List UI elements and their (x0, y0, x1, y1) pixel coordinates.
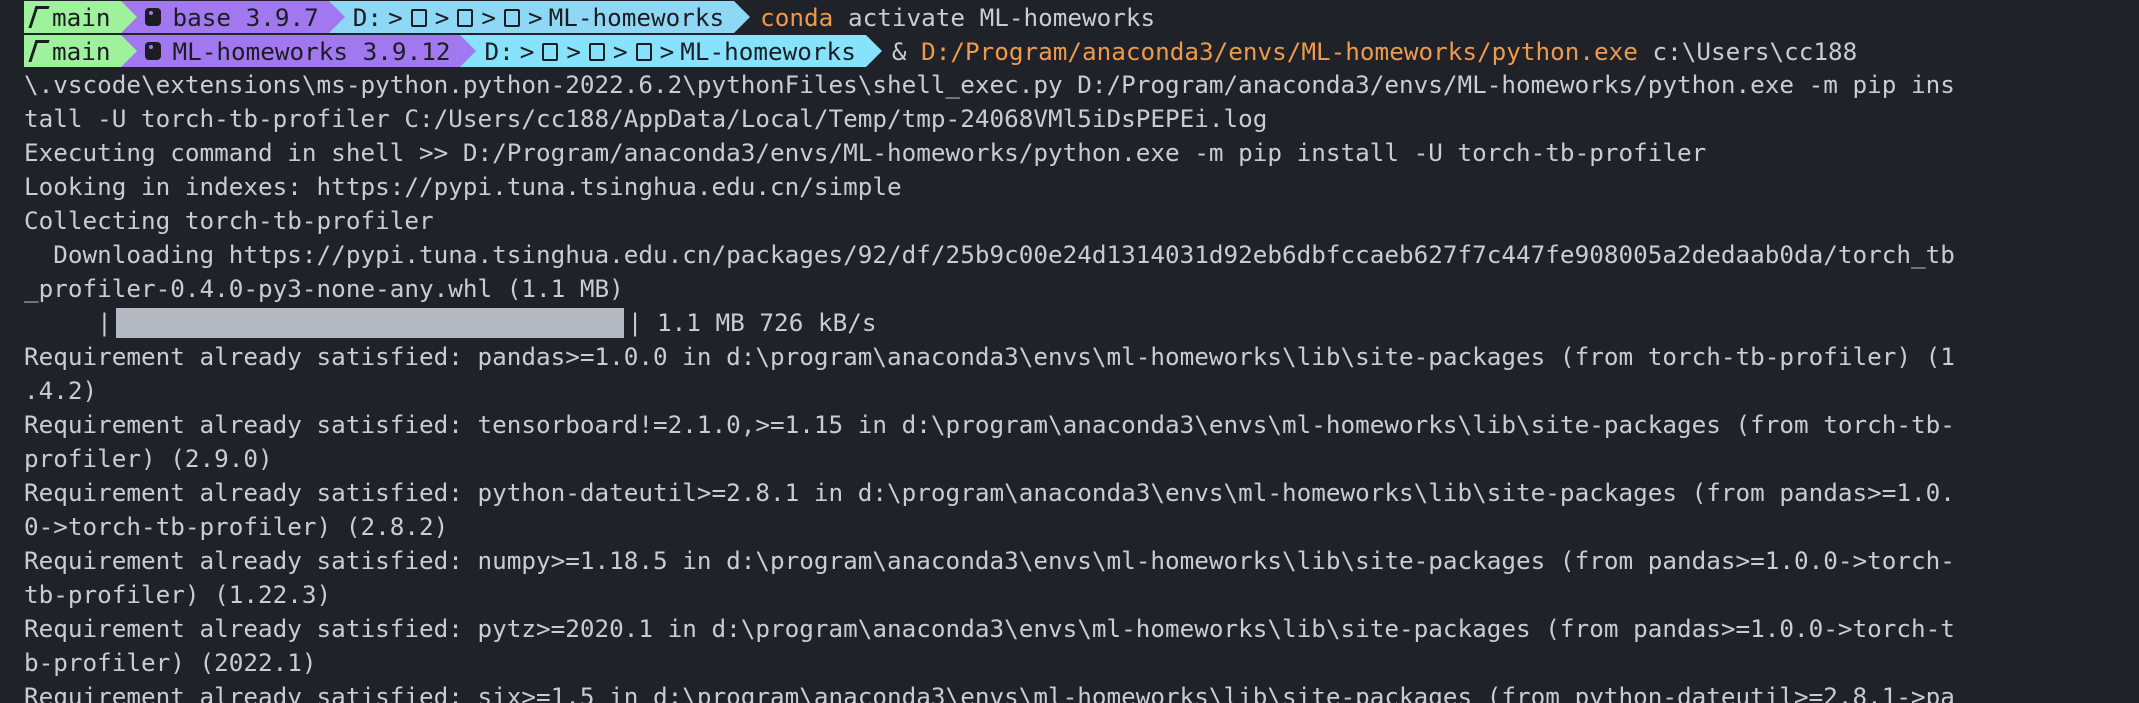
output-line: .4.2) (24, 376, 98, 405)
git-segment: main (24, 35, 136, 67)
path-separator-icon: > (659, 36, 675, 66)
path-drive: D: (484, 36, 514, 66)
output-line: Requirement already satisfied: tensorboa… (24, 410, 1955, 439)
folder-icon (589, 43, 605, 61)
path-separator-icon: > (481, 2, 496, 32)
git-branch-name: main (52, 36, 111, 66)
path-folder-name: ML-homeworks (548, 2, 725, 32)
env-name: base 3.9.7 (172, 2, 319, 32)
output-line: Executing command in shell >> D:/Program… (24, 138, 1707, 167)
output-line: Looking in indexes: https://pypi.tuna.ts… (24, 172, 902, 201)
output-line: tb-profiler) (1.22.3) (24, 580, 332, 609)
python-icon (144, 8, 161, 26)
git-segment: main (24, 1, 136, 33)
command-args: c:\Users\cc188 (1637, 36, 1858, 66)
path-separator-icon: > (527, 2, 543, 32)
output-line: Requirement already satisfied: python-da… (24, 478, 1955, 507)
folder-icon (410, 9, 427, 27)
output-line: \.vscode\extensions\ms-python.python-202… (24, 70, 1955, 99)
progress-suffix: | 1.1 MB 726 kB/s (627, 308, 877, 337)
output-line: 0->torch-tb-profiler) (2.8.2) (24, 512, 449, 541)
output-line: Requirement already satisfied: six>=1.5 … (24, 682, 1955, 703)
path-folder-name: ML-homeworks (680, 36, 856, 66)
progress-bar (115, 308, 624, 338)
folder-icon (457, 9, 474, 27)
output-line: Downloading https://pypi.tuna.tsinghua.e… (24, 240, 1955, 269)
path-drive: D: (352, 2, 383, 32)
env-segment: base 3.9.7 (120, 1, 346, 33)
progress-prefix: | (24, 308, 112, 337)
command-args: activate ML-homeworks (833, 2, 1156, 32)
output-line: Requirement already satisfied: numpy>=1.… (24, 546, 1955, 575)
prompt-line-2: main ML-homeworks 3.9.12 D: > > > > ML-ho… (0, 34, 2139, 68)
download-progress: | | 1.1 MB 726 kB/s (24, 306, 2139, 340)
output-line: b-profiler) (2022.1) (24, 648, 317, 677)
output-line: profiler) (2.9.0) (24, 444, 273, 473)
path-separator-icon: > (434, 2, 450, 32)
folder-icon (635, 43, 652, 61)
env-name: ML-homeworks 3.9.12 (172, 36, 451, 66)
folder-icon (542, 43, 559, 61)
path-segment: D: > > > > ML-homeworks (328, 1, 751, 33)
output-line: Requirement already satisfied: pandas>=1… (24, 342, 1955, 371)
path-separator-icon: > (388, 2, 403, 32)
output-line: tall -U torch-tb-profiler C:/Users/cc188… (24, 104, 1268, 133)
output-line: Collecting torch-tb-profiler (24, 206, 434, 235)
path-separator-icon: > (613, 36, 628, 66)
terminal-window[interactable]: main base 3.9.7 D: > > > > ML-homeworks c… (0, 0, 2139, 703)
folder-icon (503, 9, 520, 27)
output-line: _profiler-0.4.0-py3-none-any.whl (1.1 MB… (24, 274, 624, 303)
git-branch-name: main (52, 2, 111, 32)
env-segment: ML-homeworks 3.9.12 (120, 35, 477, 67)
path-separator-icon: > (566, 36, 581, 66)
path-segment: D: > > > > ML-homeworks (460, 35, 883, 67)
output-line: Requirement already satisfied: pytz>=202… (24, 614, 1955, 643)
command-executable: D:/Program/anaconda3/envs/ML-homeworks/p… (921, 36, 1638, 66)
path-separator-icon: > (519, 36, 535, 66)
git-branch-icon (28, 6, 50, 28)
git-branch-icon (28, 40, 50, 62)
prompt-line-1: main base 3.9.7 D: > > > > ML-homeworks c… (0, 0, 2139, 34)
python-icon (144, 42, 161, 60)
